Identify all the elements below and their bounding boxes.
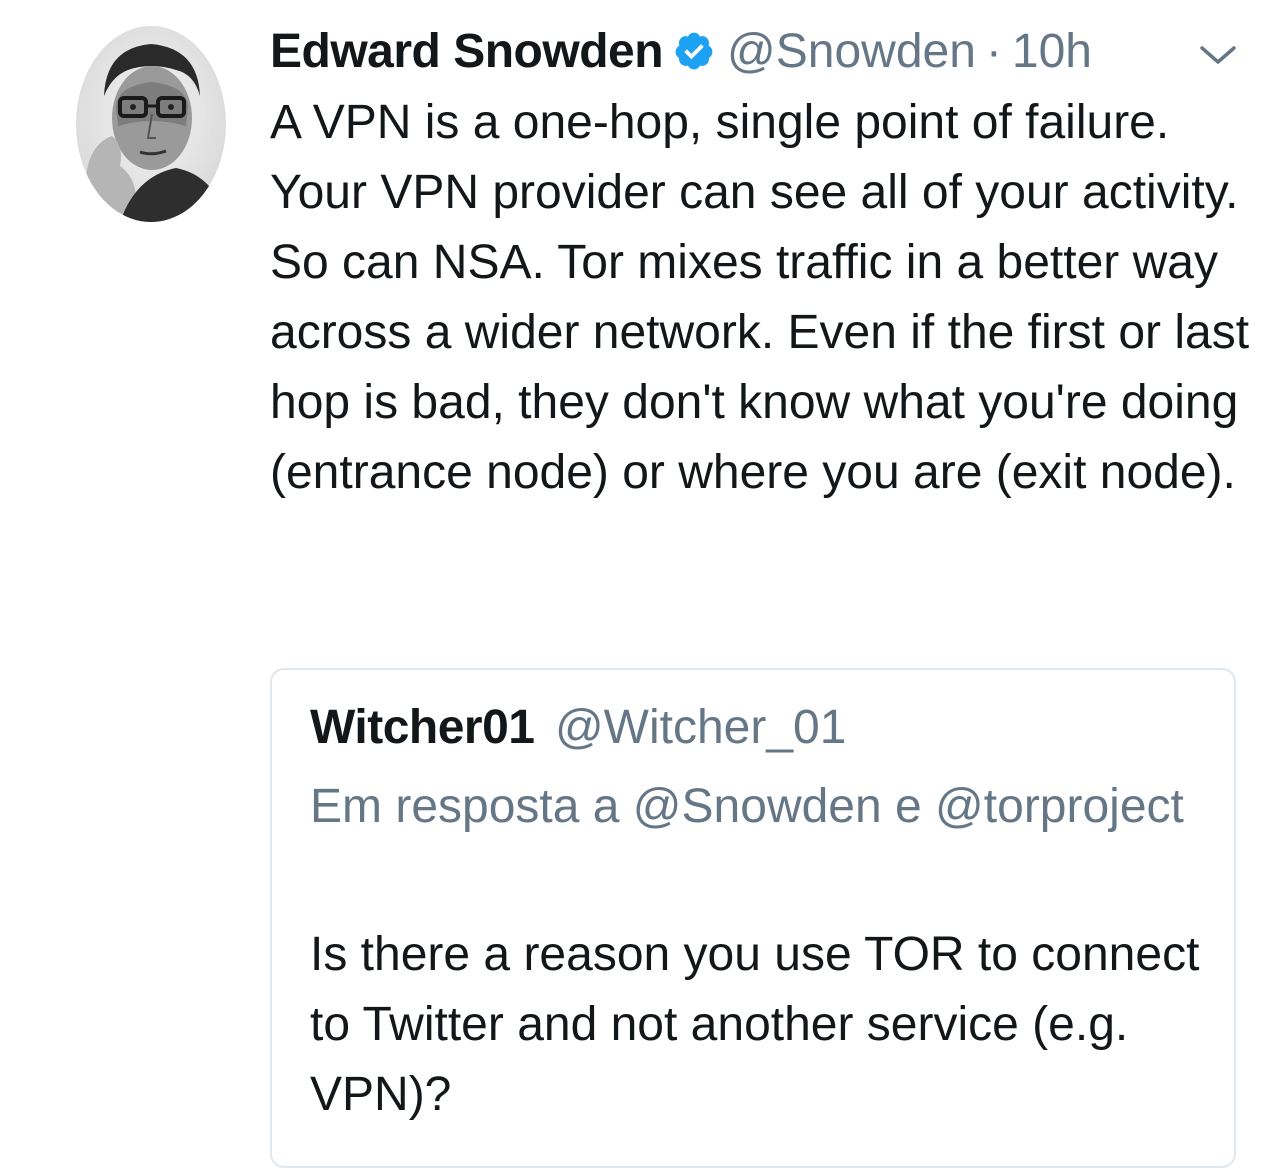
avatar-image: [76, 26, 226, 222]
chevron-down-icon[interactable]: [1196, 40, 1240, 70]
author-handle[interactable]: @Snowden: [727, 24, 976, 79]
quoted-tweet-header: Witcher01 @Witcher_01: [310, 700, 846, 755]
quoted-tweet-card[interactable]: Witcher01 @Witcher_01 Em resposta a @Sno…: [270, 668, 1236, 1168]
reply-context: Em resposta a @Snowden e @torproject: [310, 780, 1184, 833]
tweet-header: Edward Snowden @Snowden · 10h: [270, 22, 1092, 80]
verified-badge-icon: [673, 30, 715, 72]
quoted-tweet-text: Is there a reason you use TOR to connect…: [310, 928, 1200, 1121]
quoted-author-handle[interactable]: @Witcher_01: [555, 701, 847, 754]
tweet-timestamp[interactable]: 10h: [1012, 24, 1092, 79]
tweet-text: A VPN is a one-hop, single point of fail…: [270, 96, 1250, 499]
quoted-author-name[interactable]: Witcher01: [310, 701, 535, 754]
dot-separator: ·: [985, 24, 1002, 78]
author-name[interactable]: Edward Snowden: [270, 24, 664, 79]
avatar[interactable]: [76, 26, 226, 222]
